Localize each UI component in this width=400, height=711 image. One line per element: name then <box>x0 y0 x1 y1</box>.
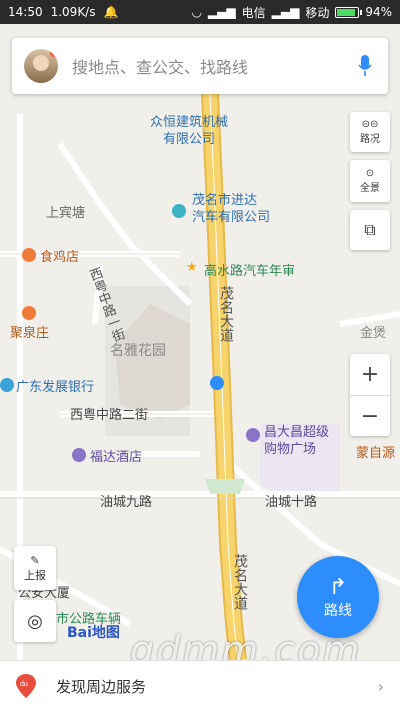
edit-icon: ✎ <box>30 553 40 567</box>
search-input[interactable]: 搜地点、查公交、找路线 <box>72 54 354 78</box>
zoom-out-button[interactable]: − <box>350 395 390 436</box>
wifi-icon: ◡ <box>191 5 202 19</box>
locate-icon: ◎ <box>27 610 43 632</box>
food-icon <box>22 248 36 262</box>
location-pin-icon: ⊙ <box>365 168 375 179</box>
road-label-youcheng-10: 油城十路 <box>265 495 318 510</box>
poi-label-shijidian[interactable]: 食鸡店 <box>40 246 79 265</box>
poi-label-changdachang[interactable]: 昌大昌超级 购物广场 <box>264 424 329 458</box>
car-icon <box>172 204 186 218</box>
report-button[interactable]: ✎ 上报 <box>14 546 56 590</box>
poi-label-gaoshui[interactable]: 高水路汽车年审 <box>204 260 295 279</box>
panorama-button[interactable]: ⊙ 全景 <box>350 160 390 202</box>
traffic-label: 路况 <box>360 134 380 145</box>
hotel-icon <box>72 448 86 462</box>
avatar[interactable] <box>24 49 58 83</box>
food-icon-2 <box>22 306 36 320</box>
report-label: 上报 <box>24 568 46 582</box>
chevron-right-icon[interactable]: › <box>378 677 384 696</box>
zoom-control: + − <box>350 354 390 436</box>
bell-icon: 🔔 <box>103 5 119 19</box>
area-label-mingya: 名雅花园 <box>110 343 166 359</box>
clock: 14:50 <box>8 5 43 19</box>
traffic-icon: ⊝⊝ <box>361 119 379 130</box>
battery-percent: 94% <box>365 5 392 19</box>
svg-text:du: du <box>20 681 28 688</box>
baidu-map-logo: Bai地图 <box>67 625 120 641</box>
bus-stop-icon[interactable] <box>210 376 224 390</box>
battery-icon <box>335 6 363 18</box>
bottom-service-bar[interactable]: du 发现周边服务 › <box>0 660 400 711</box>
panorama-label: 全景 <box>360 183 380 194</box>
signal-icon-2: ▂▄▆ <box>271 5 300 19</box>
zoom-in-button[interactable]: + <box>350 354 390 395</box>
route-button[interactable]: ↱ 路线 <box>297 556 379 638</box>
poi-label-mengziyuan[interactable]: 蒙自源 <box>356 442 395 461</box>
search-bar[interactable]: 搜地点、查公交、找路线 <box>12 38 388 94</box>
poi-label-guangdong-bank[interactable]: 广东发展银行 <box>16 376 94 395</box>
route-label: 路线 <box>324 602 352 619</box>
poi-label-jixie[interactable]: 众恒建筑机械 有限公司 <box>150 114 228 148</box>
locate-button[interactable]: ◎ <box>14 600 56 642</box>
road-label-maoming-2: 茂名大道 <box>232 554 248 610</box>
road-label-youcheng-9: 油城九路 <box>100 495 153 510</box>
layers-icon: ⧉ <box>364 220 376 239</box>
microphone-icon[interactable] <box>354 53 376 79</box>
poi-label-fuda[interactable]: 福达酒店 <box>90 446 142 465</box>
traffic-button[interactable]: ⊝⊝ 路况 <box>350 112 390 152</box>
poi-label-jujuanzhuang[interactable]: 聚泉庄 <box>10 322 49 341</box>
road-label-xiyue-2: 西粤中路二街 <box>70 408 149 423</box>
shopping-icon <box>246 428 260 442</box>
carrier-1: 电信 <box>241 5 266 20</box>
poi-label-jinda[interactable]: 茂名市进达 汽车有限公司 <box>192 192 270 226</box>
bank-icon <box>0 378 14 392</box>
place-label-jinbang: 金煲 <box>360 326 387 341</box>
signal-icon-1: ▂▄▆ <box>207 5 236 19</box>
star-icon: ★ <box>186 260 198 275</box>
carrier-2: 移动 <box>305 5 330 20</box>
road-label-maoming-1: 茂名大道 <box>218 286 234 342</box>
network-speed: 1.09K/s <box>50 5 96 19</box>
turn-arrow-icon: ↱ <box>328 574 348 600</box>
du-location-icon: du <box>16 674 36 698</box>
layers-button[interactable]: ⧉ <box>350 210 390 250</box>
status-bar: 14:50 1.09K/s 🔔 ◡ ▂▄▆ 电信 ▂▄▆ 移动 94% <box>0 0 400 24</box>
place-label-shangbintang: 上宾塘 <box>46 206 86 221</box>
service-label: 发现周边服务 <box>56 677 147 696</box>
